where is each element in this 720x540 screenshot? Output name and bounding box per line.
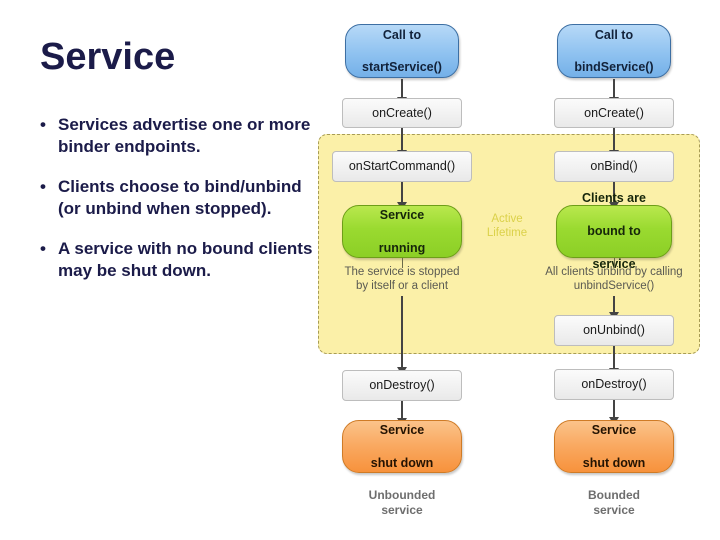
arrow-oncreate-to-onbind <box>609 128 619 158</box>
node-service-shut-down-unbounded[interactable]: Service shut down <box>342 420 462 473</box>
node-oncreate-bounded[interactable]: onCreate() <box>554 98 674 128</box>
arrow-onstartcommand-to-running <box>397 182 407 210</box>
node-line2: bindService() <box>574 60 654 75</box>
node-label: onStartCommand() <box>348 159 456 173</box>
node-onstartcommand[interactable]: onStartCommand() <box>332 151 472 182</box>
node-ondestroy-bounded[interactable]: onDestroy() <box>554 369 674 400</box>
list-item: • Clients choose to bind/unbind (or unbi… <box>40 176 315 221</box>
node-oncreate-unbounded[interactable]: onCreate() <box>342 98 462 128</box>
bullet-marker-icon: • <box>40 176 46 196</box>
note-line2: unbindService() <box>573 280 655 293</box>
caption-unbounded-service: Unbounded service <box>342 488 462 518</box>
node-label: onDestroy() <box>369 378 435 392</box>
note-all-clients-unbind: All clients unbind by calling unbindServ… <box>522 265 706 294</box>
caption-line1: Bounded <box>588 488 640 502</box>
note-line1: All clients unbind by calling <box>545 266 683 278</box>
list-item: • Services advertise one or more binder … <box>40 114 315 159</box>
node-label: onBind() <box>590 159 638 173</box>
node-label: onCreate() <box>584 105 644 120</box>
note-service-stopped: The service is stopped by itself or a cl… <box>328 265 476 294</box>
node-service-running[interactable]: Service running <box>342 205 462 258</box>
active-lifetime-label-line1: Active <box>491 213 523 225</box>
node-line1: Call to <box>382 27 422 42</box>
node-line1: Clients are <box>582 191 646 206</box>
slide-canvas: Service • Services advertise one or more… <box>0 0 720 540</box>
node-line1: Service <box>379 207 425 222</box>
bullet-text: A service with no bound clients may be s… <box>58 238 313 281</box>
caption-line1: Unbounded <box>368 488 436 502</box>
bullet-marker-icon: • <box>40 115 46 134</box>
arrow-oncreate-to-onstartcommand <box>397 128 407 158</box>
node-line1: Call to <box>594 27 634 42</box>
bullet-marker-icon: • <box>40 238 46 258</box>
caption-bounded-service: Bounded service <box>554 488 674 518</box>
slide-text-column: Service • Services advertise one or more… <box>40 38 315 300</box>
active-lifetime-label-line2: Lifetime <box>486 227 528 240</box>
node-onbind[interactable]: onBind() <box>554 151 674 182</box>
arrow-unbindnote-to-onunbind <box>609 296 619 320</box>
caption-line2: service <box>593 503 635 517</box>
node-label: onDestroy() <box>581 377 647 391</box>
arrow-bind-to-oncreate <box>609 79 619 105</box>
node-line2: shut down <box>582 455 646 470</box>
bullet-text: Services advertise one or more binder en… <box>58 115 311 157</box>
node-line2: shut down <box>370 455 434 470</box>
arrow-onunbind-to-ondestroy <box>609 346 619 376</box>
page-title: Service <box>40 36 176 78</box>
node-clients-bound-to-service[interactable]: Clients are bound to service <box>556 191 672 271</box>
list-item: • A service with no bound clients may be… <box>40 238 315 283</box>
node-call-to-bind-service[interactable]: Call to bindService() <box>557 24 671 78</box>
node-line1: Service <box>591 422 637 437</box>
note-line2: by itself or a client <box>355 280 449 293</box>
node-call-to-start-service[interactable]: Call to startService() <box>345 24 459 78</box>
node-ondestroy-unbounded[interactable]: onDestroy() <box>342 370 462 401</box>
arrow-start-to-oncreate <box>397 79 407 105</box>
node-label: onCreate() <box>372 105 432 120</box>
node-onunbind[interactable]: onUnbind() <box>554 315 674 346</box>
arrow-ondestroy-to-shutdown-unbounded <box>397 401 407 426</box>
node-line2: startService() <box>362 60 442 75</box>
caption-line2: service <box>381 503 423 517</box>
note-line1: The service is stopped <box>344 266 460 278</box>
arrow-stopnote-to-ondestroy <box>397 296 407 375</box>
node-line1: Service <box>379 422 425 437</box>
node-line2: running <box>378 240 426 255</box>
arrow-ondestroy-to-shutdown-bounded <box>609 400 619 425</box>
node-service-shut-down-bounded[interactable]: Service shut down <box>554 420 674 473</box>
node-label: onUnbind() <box>583 323 645 337</box>
bullet-text: Clients choose to bind/unbind (or unbind… <box>58 176 302 219</box>
service-lifecycle-diagram: Active Lifetime Call to startService() o… <box>310 0 720 540</box>
active-lifetime-label: Active Lifetime <box>476 212 538 241</box>
node-line2: bound to <box>587 224 641 239</box>
